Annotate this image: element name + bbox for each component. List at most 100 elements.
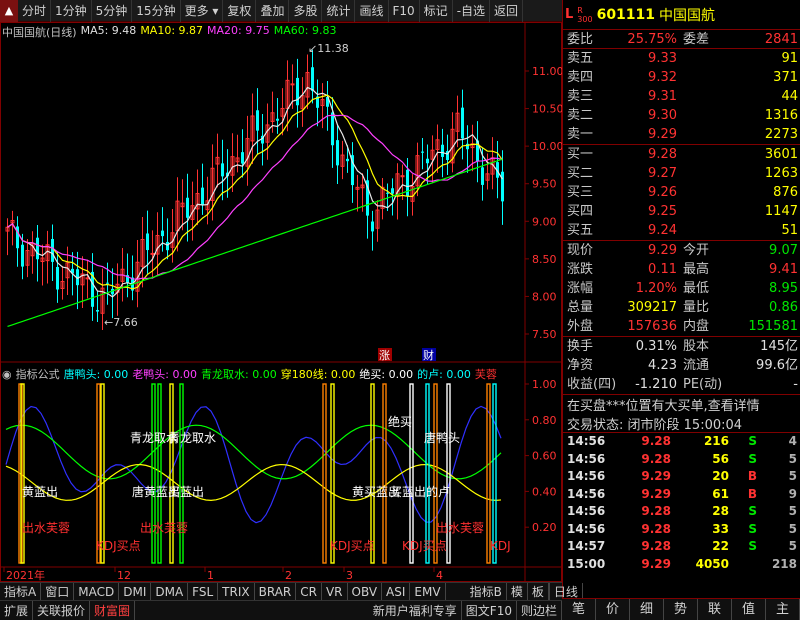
candle-body	[331, 112, 334, 146]
candlestick-chart[interactable]: 11.00 10.50 10.00 9.50 9.00 8.50 8.00 7.50 1.00 0…	[0, 22, 562, 582]
indicator-tab-1[interactable]: 窗口	[41, 582, 75, 601]
indicator-tab-5[interactable]: FSL	[188, 582, 219, 601]
candle-body	[501, 171, 504, 202]
indicator-signal-label: 出水芙蓉	[436, 521, 484, 535]
toolbar-item-1[interactable]: 1分钟	[51, 0, 92, 22]
price-tick-label: 10.50	[532, 103, 562, 116]
indicator-signal-label: 青龙取水	[168, 431, 216, 445]
extension-tab-2[interactable]: 财富圈	[90, 600, 136, 620]
tick-volume: 28	[712, 504, 729, 518]
toolbar-item-5[interactable]: 复权	[223, 0, 257, 22]
indicator-tab-0[interactable]: 指标A	[0, 582, 42, 601]
toolbar-item-7[interactable]: 多股	[289, 0, 323, 22]
indicator-value-4: 绝买: 0.00	[359, 368, 414, 381]
indicator-tab-14[interactable]: 模	[507, 582, 528, 601]
toolbar-item-12[interactable]: -自选	[453, 0, 491, 22]
quote-tab-6[interactable]: 主	[766, 599, 800, 620]
ask-row-4[interactable]: 卖一 9.29 2273	[563, 125, 800, 144]
signal-bar	[100, 383, 105, 564]
weibi-value: 25.75%	[627, 32, 677, 47]
indicator-tick-label: 0.80	[532, 414, 557, 427]
weicha-value: 2841	[764, 32, 798, 47]
tick-row: 14:56 9.28 33 S 5	[563, 521, 800, 539]
toolbar-item-0[interactable]: 分时	[18, 0, 52, 22]
candle-body	[221, 163, 224, 177]
ma5-line	[7, 86, 504, 298]
quote-tab-0[interactable]: 笔	[562, 599, 596, 620]
toolbar-item-4[interactable]: 更多 ▾	[181, 0, 224, 22]
signal-bar	[322, 383, 327, 564]
ask-row-1[interactable]: 卖四 9.32 371	[563, 68, 800, 87]
toolbar-item-6[interactable]: 叠加	[256, 0, 290, 22]
fund-label-2: 股本	[683, 339, 710, 354]
toolbar-item-2[interactable]: 5分钟	[92, 0, 133, 22]
stat-row-4: 外盘 157636 内盘 151581	[563, 317, 800, 336]
indicator-tab-8[interactable]: CR	[296, 582, 322, 601]
extension-tab-5[interactable]: 则边栏	[517, 600, 562, 620]
indicator-tab-13[interactable]: 指标B	[466, 582, 507, 601]
indicator-tab-12[interactable]: EMV	[410, 582, 446, 601]
price-tick-label: 7.50	[532, 328, 557, 341]
extension-tab-0[interactable]: 扩展	[0, 600, 34, 620]
tick-count: 5	[788, 469, 797, 483]
tick-side	[729, 556, 757, 574]
toolbar-item-10[interactable]: F10	[389, 0, 420, 22]
big-order-alert[interactable]: 在买盘***位置有大买单,查看详情	[567, 397, 796, 416]
indicator-header: ◉ 指标公式 唐鸭头: 0.00 老鸭头: 0.00 青龙取水: 0.00 穿180线…	[2, 366, 497, 382]
extension-tab-3[interactable]: 新用户福利专享	[369, 600, 462, 620]
indicator-tab-9[interactable]: VR	[322, 582, 348, 601]
indicator-tab-4[interactable]: DMA	[151, 582, 189, 601]
price-tick-label: 8.00	[532, 290, 557, 303]
ask-row-0[interactable]: 卖五 9.33 91	[563, 49, 800, 68]
indicator-tick-label: 0.40	[532, 485, 557, 498]
bid-row-1[interactable]: 买二 9.27 1263	[563, 164, 800, 183]
indicator-tab-3[interactable]: DMI	[119, 582, 152, 601]
candle-body	[161, 230, 164, 237]
bid-row-4[interactable]: 买五 9.24 51	[563, 221, 800, 240]
ma60-line	[7, 158, 503, 328]
ask-row-2[interactable]: 卖三 9.31 44	[563, 87, 800, 106]
stat-value: 0.11	[648, 262, 677, 277]
quote-tab-1[interactable]: 价	[596, 599, 630, 620]
toolbar-item-3[interactable]: 15分钟	[132, 0, 181, 22]
indicator-tab-7[interactable]: BRAR	[255, 582, 297, 601]
signal-bar	[492, 383, 497, 564]
indicator-menu-icon[interactable]: ◉	[2, 368, 12, 381]
zhang-badge-text: 涨	[379, 349, 390, 362]
quote-tab-2[interactable]: 细	[630, 599, 664, 620]
toolbar-item-8[interactable]: 统计	[322, 0, 356, 22]
price-tick-label: 9.50	[532, 178, 557, 191]
extension-tab-1[interactable]: 关联报价	[33, 600, 91, 620]
bid-volume: 876	[773, 185, 798, 200]
ma5-label: MA5: 9.48	[80, 24, 137, 37]
indicator-tab-15[interactable]: 板	[528, 582, 549, 601]
ask-row-3[interactable]: 卖二 9.30 1316	[563, 106, 800, 125]
tick-side: S	[748, 521, 757, 536]
candles	[5, 49, 504, 330]
indicator-name[interactable]: 指标公式	[16, 366, 60, 382]
bid-label: 买四	[567, 204, 594, 219]
candle-body	[311, 67, 314, 91]
stat-label-2: 量比	[683, 300, 710, 315]
fund-label-2: PE(动)	[683, 377, 723, 392]
bid-row-3[interactable]: 买四 9.25 1147	[563, 202, 800, 221]
indicator-value-2: 青龙取水: 0.00	[201, 368, 277, 381]
quote-tab-4[interactable]: 联	[698, 599, 732, 620]
stock-name: 中国国航	[659, 7, 716, 24]
candle-body	[186, 197, 189, 218]
indicator-tab-11[interactable]: ASI	[382, 582, 411, 601]
toolbar-item-9[interactable]: 画线	[355, 0, 389, 22]
indicator-tab-6[interactable]: TRIX	[218, 582, 255, 601]
ma20-label: MA20: 9.75	[207, 24, 270, 37]
toolbar-item-11[interactable]: 标记	[420, 0, 453, 22]
extension-tab-4[interactable]: 图文F10	[462, 600, 517, 620]
bid-row-0[interactable]: 买一 9.28 3601	[563, 145, 800, 164]
signal-bar	[157, 383, 162, 564]
quote-tab-3[interactable]: 势	[664, 599, 698, 620]
indicator-tab-10[interactable]: OBV	[348, 582, 383, 601]
quote-tab-5[interactable]: 值	[732, 599, 766, 620]
bid-row-2[interactable]: 买三 9.26 876	[563, 183, 800, 202]
indicator-tab-2[interactable]: MACD	[74, 582, 120, 601]
toolbar-item-13[interactable]: 返回	[490, 0, 524, 22]
bid-label: 买二	[567, 166, 594, 181]
